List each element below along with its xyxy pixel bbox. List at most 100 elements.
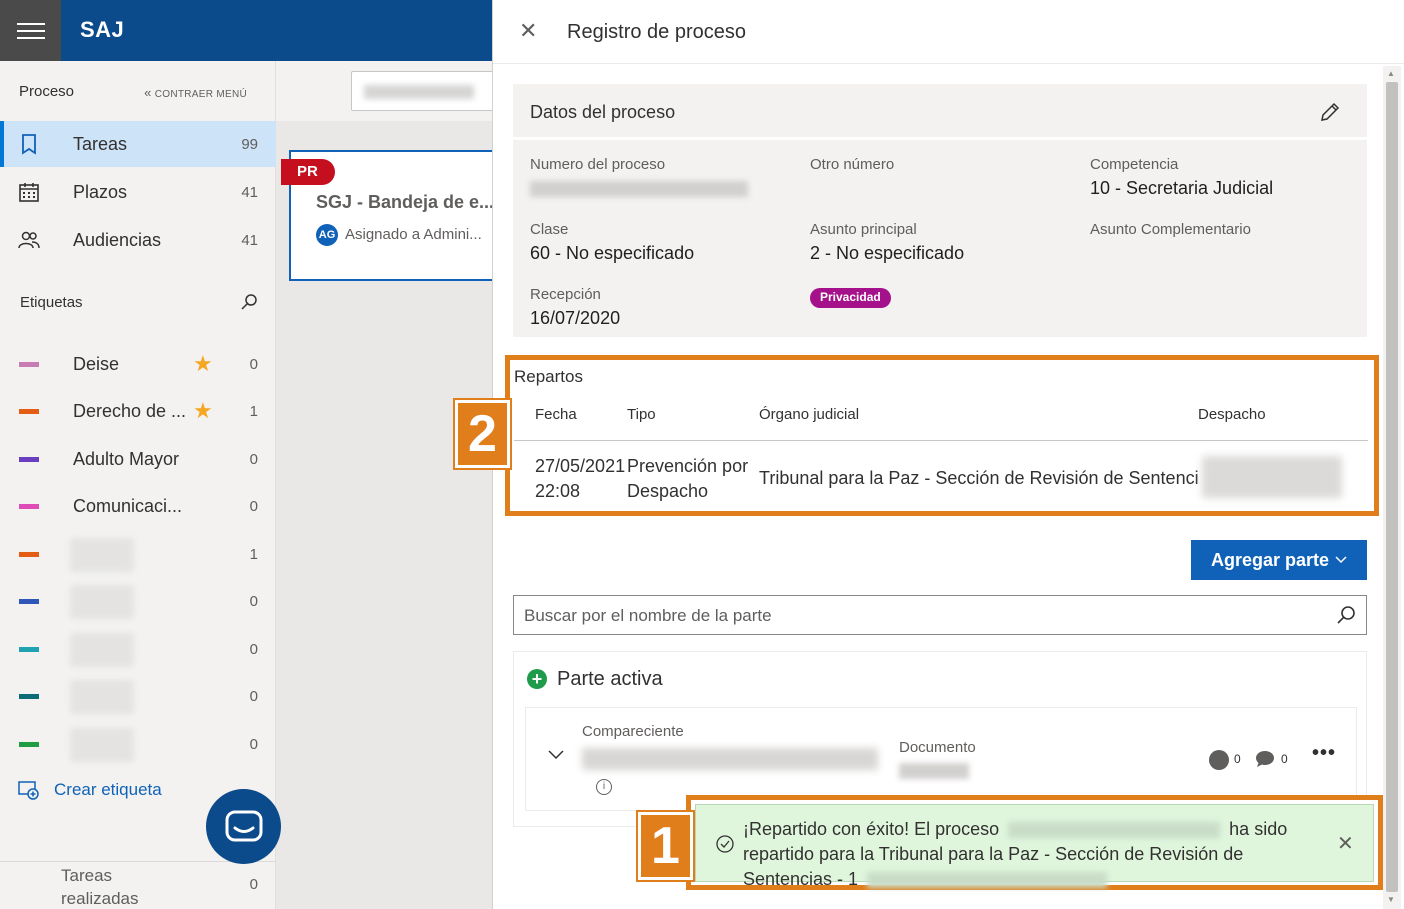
redacted-search-text [364,85,474,99]
field-value: 16/07/2020 [530,308,621,328]
collapse-menu-button[interactable]: « CONTRAER MENÚ [144,85,247,100]
field-label: Numero del proceso [530,156,666,173]
close-icon[interactable]: ✕ [1337,831,1354,856]
redacted-tag-label [70,538,134,572]
repartos-title: Repartos [514,367,583,386]
collapse-menu-label: CONTRAER MENÚ [154,89,247,100]
completed-tasks-item[interactable]: Tareas realizadas 0 [0,861,276,909]
double-chevron-left-icon: « [144,85,152,100]
process-panel: ✕ Registro de proceso ▲ ▼ Datos del proc… [453,0,1404,909]
tag-color-swatch [19,599,39,604]
tag-item[interactable]: Adulto Mayor 0 [0,440,276,480]
callout-badge-2: 2 [453,398,512,470]
comments-count: 0 [1281,752,1288,766]
field-asunto-complementario: Asunto Complementario [1090,221,1251,238]
edit-pencil-icon[interactable] [1319,101,1341,123]
avatar: AG [316,224,338,246]
reparto-tipo-line2: Despacho [627,481,709,501]
hamburger-menu-icon[interactable] [0,0,61,61]
comment-icon [1256,751,1274,767]
sidebar-item-tareas[interactable]: Tareas 99 [0,121,276,167]
panel-header: ✕ Registro de proceso [493,0,1404,64]
app-title: SAJ [80,17,125,42]
tag-item[interactable]: Deise ★ 0 [0,345,276,385]
reparto-date: 27/05/2021 [535,456,626,476]
field-label: Clase [530,221,569,238]
tag-item[interactable]: 0 [0,677,276,717]
add-circle-icon[interactable]: + [527,669,547,689]
sidebar-section-title: Proceso [19,83,75,100]
people-icon [18,231,40,249]
field-process-number: Numero del proceso [530,156,748,197]
tag-item[interactable]: 0 [0,725,276,765]
add-tag-icon [18,781,39,800]
tag-count: 0 [249,356,258,373]
field-clase: Clase 60 - No especificado [530,221,694,264]
task-search-input[interactable] [351,71,501,111]
toast-line1-b: ha sido [1229,819,1288,839]
scroll-up-icon[interactable]: ▲ [1387,69,1395,78]
party-search-input[interactable]: Buscar por el nombre de la parte [513,595,1367,635]
tag-item[interactable]: 1 [0,535,276,575]
scroll-down-icon[interactable]: ▼ [1387,895,1395,904]
tag-item[interactable]: Comunicaci... 0 [0,487,276,527]
process-data-title: Datos del proceso [530,102,676,122]
redacted-documento [899,763,969,779]
sidebar-item-plazos[interactable]: Plazos 41 [0,169,276,215]
field-label: Asunto principal [810,221,917,238]
tag-count: 0 [249,736,258,753]
create-tag-button[interactable]: Crear etiqueta [18,780,162,800]
field-label: Competencia [1090,156,1179,173]
star-icon[interactable]: ★ [193,351,213,377]
tag-color-swatch [19,504,39,509]
column-header-organo: Órgano judicial [759,406,860,423]
column-header-despacho: Despacho [1198,406,1266,423]
add-party-button[interactable]: Agregar parte [1191,540,1367,580]
tag-count: 0 [249,498,258,515]
persons-count: 0 [1234,752,1241,766]
tag-color-swatch [19,647,39,652]
search-icon[interactable] [240,293,258,311]
task-card-title: SGJ - Bandeja de e... [316,192,495,212]
tag-item[interactable]: Derecho de ... ★ 1 [0,392,276,432]
scroll-thumb[interactable] [1386,82,1398,892]
info-icon[interactable]: i [596,779,612,795]
tag-label: Derecho de ... [73,401,187,421]
star-icon[interactable]: ★ [193,398,213,424]
search-icon[interactable] [1336,605,1356,625]
success-toast-highlight: ¡Repartido con éxito! El proceso ha sido… [686,795,1383,890]
tag-count: 0 [249,641,258,658]
sidebar-item-audiencias[interactable]: Audiencias 41 [0,217,276,263]
column-header-fecha: Fecha [535,406,577,423]
sidebar: Proceso « CONTRAER MENÚ Tareas 99 Plazos… [0,61,276,909]
chevron-down-icon[interactable] [548,746,564,762]
field-value: 60 - No especificado [530,243,695,263]
scrollbar[interactable]: ▲ ▼ [1383,66,1401,909]
tag-count: 0 [249,451,258,468]
more-options-icon[interactable]: ••• [1312,742,1336,765]
tag-item[interactable]: 0 [0,630,276,670]
field-label: Otro número [810,156,895,173]
chat-button[interactable] [206,789,281,864]
callout-badge-1: 1 [636,810,695,882]
active-party-title: Parte activa [557,668,663,690]
priority-badge: PR [281,159,335,185]
column-header-tipo: Tipo [627,406,656,423]
tags-section-title: Etiquetas [20,294,83,311]
tag-count: 1 [249,403,258,420]
tag-item[interactable]: 0 [0,582,276,622]
field-value: 10 - Secretaria Judicial [1090,178,1274,198]
completed-tasks-count: 0 [249,876,258,893]
sidebar-item-count: 41 [241,183,258,201]
tag-label: Adulto Mayor [73,449,180,469]
redacted-tag-label [70,633,134,667]
tag-color-swatch [19,552,39,557]
reparto-tipo: Prevención por Despacho [627,454,748,504]
tag-count: 0 [249,593,258,610]
redacted-target [867,872,1108,889]
toast-line3: Sentencias - 1 [743,869,859,889]
close-icon[interactable]: ✕ [519,20,537,42]
task-list-toolbar [276,61,501,121]
chevron-down-icon [1335,556,1347,564]
redacted-process-id [1008,822,1221,839]
